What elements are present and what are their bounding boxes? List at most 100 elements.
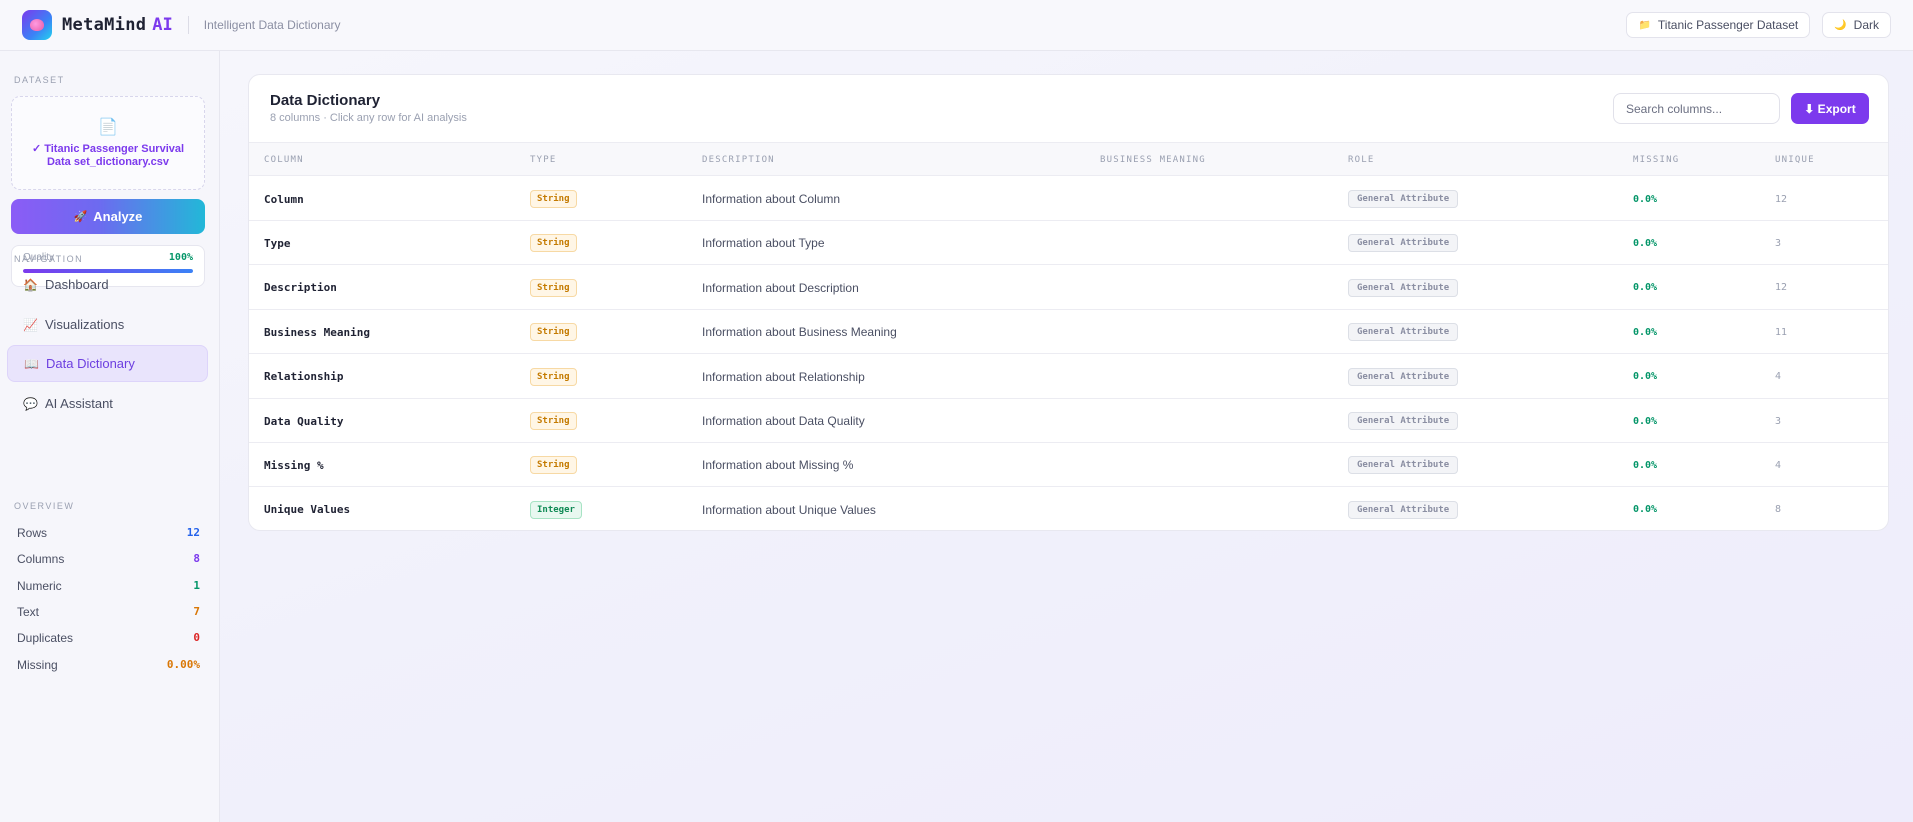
cell-description: Information about Missing % xyxy=(702,443,853,487)
search-input[interactable] xyxy=(1613,93,1780,124)
nav-item-dashboard[interactable]: 🏠 Dashboard xyxy=(7,266,208,303)
cell-role: General Attribute xyxy=(1348,399,1459,443)
cell-missing-text: 0.0% xyxy=(1633,193,1658,205)
cell-missing-text: 0.0% xyxy=(1633,415,1658,427)
table-row[interactable]: Business Meaning String Information about … xyxy=(249,310,1888,355)
overview-value: 12 xyxy=(186,526,200,539)
cell-column-text: Type xyxy=(264,236,291,250)
column-header[interactable]: UNIQUE xyxy=(1775,155,1815,165)
cell-column: Type xyxy=(264,221,291,265)
brand-name: MetaMind xyxy=(62,15,147,35)
dataset-pill[interactable]: 📁 Titanic Passenger Dataset xyxy=(1626,12,1811,38)
cell-unique: 4 xyxy=(1775,355,1781,399)
export-button[interactable]: ⬇ Export xyxy=(1791,93,1869,124)
table-row[interactable]: Data Quality String Information about Data… xyxy=(249,399,1888,443)
cell-type: String xyxy=(530,266,577,310)
overview-value: 8 xyxy=(193,552,200,565)
analyze-label: Analyze xyxy=(93,209,143,224)
overview-label: Numeric xyxy=(17,579,62,593)
overview-value: 0.00% xyxy=(166,658,200,671)
cell-description-text: Information about Unique Values xyxy=(702,502,876,517)
cell-role: General Attribute xyxy=(1348,310,1459,354)
cell-missing: 0.0% xyxy=(1633,177,1657,221)
overview-label: Columns xyxy=(17,552,65,566)
cell-description: Information about Column xyxy=(702,177,840,221)
role-badge: General Attribute xyxy=(1348,367,1459,386)
cell-type: String xyxy=(530,399,577,443)
cell-description-text: Information about Data Quality xyxy=(702,414,865,428)
type-badge: String xyxy=(530,323,577,342)
cell-type: String xyxy=(530,221,577,265)
chat-bubble-icon: 💬 xyxy=(23,396,38,411)
analyze-button[interactable]: 🚀 Analyze xyxy=(11,199,205,234)
overview-label: Rows xyxy=(17,526,48,540)
cell-missing-text: 0.0% xyxy=(1633,326,1658,338)
cell-missing: 0.0% xyxy=(1633,266,1657,310)
type-badge: String xyxy=(530,367,577,386)
overview-label: Missing xyxy=(17,658,58,672)
cell-missing-text: 0.0% xyxy=(1633,237,1658,249)
cell-column-text: Column xyxy=(264,192,304,206)
table-row[interactable]: Relationship String Information about Rela… xyxy=(249,355,1888,399)
navigation-section-label: NAVIGATION xyxy=(14,254,84,264)
column-header[interactable]: MISSING xyxy=(1633,155,1679,165)
table-row[interactable]: Type String Information about Type General … xyxy=(249,221,1888,266)
role-badge: General Attribute xyxy=(1348,323,1459,342)
role-badge: General Attribute xyxy=(1348,278,1459,297)
brain-logo-icon xyxy=(22,10,52,40)
cell-unique-text: 4 xyxy=(1775,459,1782,471)
overview-value: 7 xyxy=(193,605,200,618)
header-divider xyxy=(187,16,189,34)
cell-description-text: Information about Missing % xyxy=(702,458,854,473)
nav-item-visualizations[interactable]: 📈 Visualizations xyxy=(7,306,208,343)
overview-missing: Missing 0.00% xyxy=(17,658,200,672)
cell-description: Information about Unique Values xyxy=(702,488,876,530)
cell-column-text: Missing % xyxy=(264,458,324,472)
role-badge: General Attribute xyxy=(1348,500,1459,519)
moon-icon: 🌙 xyxy=(1834,19,1847,31)
cell-missing: 0.0% xyxy=(1633,488,1658,530)
overview-value: 1 xyxy=(193,579,200,592)
cell-missing: 0.0% xyxy=(1633,221,1657,265)
table-row[interactable]: Missing % String Information about Missing… xyxy=(249,443,1888,488)
cell-role: General Attribute xyxy=(1348,266,1459,310)
nav-item-ai-assistant[interactable]: 💬 AI Assistant xyxy=(7,385,208,422)
nav-item-data-dictionary[interactable]: 📖 Data Dictionary xyxy=(7,345,208,382)
overview-label: Text xyxy=(17,605,40,619)
cell-missing-text: 0.0% xyxy=(1633,371,1658,383)
cell-missing-text: 0.0% xyxy=(1633,282,1658,294)
cell-missing: 0.0% xyxy=(1633,310,1657,354)
cell-description: Information about Description xyxy=(702,266,859,310)
type-badge: String xyxy=(530,412,577,430)
column-header[interactable]: COLUMN xyxy=(264,155,304,165)
theme-toggle-button[interactable]: 🌙 Dark xyxy=(1822,12,1891,38)
quality-value: 100% xyxy=(168,252,193,263)
cell-column: Column xyxy=(264,177,304,221)
column-header[interactable]: DESCRIPTION xyxy=(702,155,775,165)
book-icon: 📖 xyxy=(24,356,39,371)
cell-role: General Attribute xyxy=(1348,488,1459,530)
page-subtitle: 8 columns · Click any row for AI analysi… xyxy=(270,112,467,124)
cell-missing-text: 0.0% xyxy=(1633,504,1658,516)
file-upload-card[interactable]: 📄 ✓ Titanic Passenger Survival Data set_… xyxy=(11,96,205,190)
table-row[interactable]: Unique Values Integer Information about Un… xyxy=(249,488,1888,530)
overview-numeric: Numeric 1 xyxy=(17,579,200,593)
cell-role: General Attribute xyxy=(1348,221,1459,265)
cell-missing: 0.0% xyxy=(1633,355,1657,399)
column-header[interactable]: BUSINESS MEANING xyxy=(1100,155,1206,165)
overview-value: 0 xyxy=(193,631,200,644)
cell-description-text: Information about Type xyxy=(702,236,825,251)
cell-type: String xyxy=(530,443,577,487)
overview-duplicates: Duplicates 0 xyxy=(17,631,200,645)
sidebar: DATASET 📄 ✓ Titanic Passenger Survival D… xyxy=(0,51,220,822)
cell-description: Information about Type xyxy=(702,221,825,265)
table-header: COLUMN TYPE DESCRIPTION BUSINESS MEANING… xyxy=(249,142,1888,176)
cell-unique-text: 12 xyxy=(1775,193,1788,205)
cell-unique-text: 4 xyxy=(1775,371,1782,383)
column-header[interactable]: ROLE xyxy=(1348,155,1374,165)
cell-unique: 8 xyxy=(1775,488,1781,530)
column-header[interactable]: TYPE xyxy=(530,155,556,165)
table-row[interactable]: Column String Information about Column Gene… xyxy=(249,177,1888,221)
table-row[interactable]: Description String Information about Descr… xyxy=(249,266,1888,310)
cell-unique-text: 11 xyxy=(1775,326,1788,338)
